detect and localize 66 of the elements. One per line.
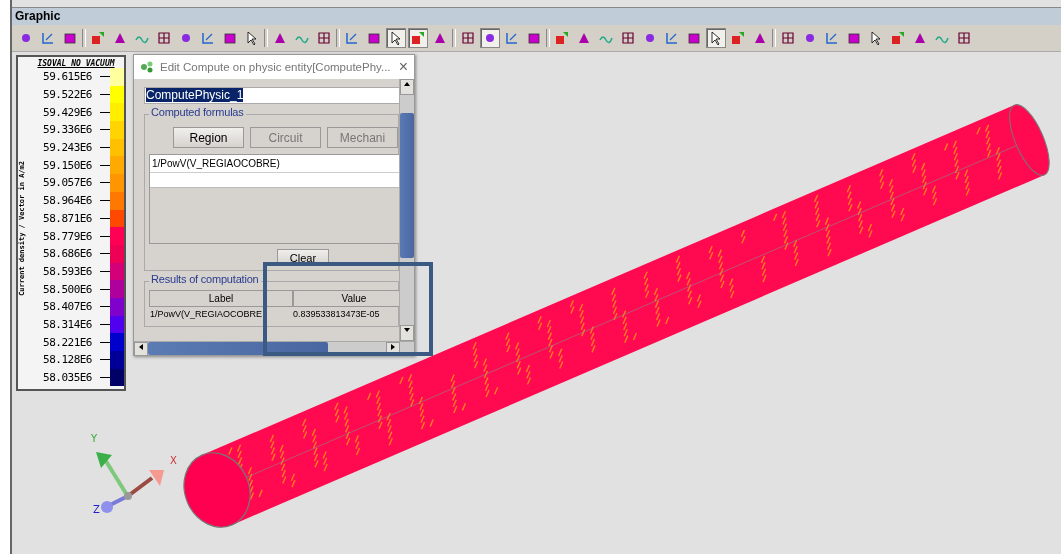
- left-arrow-icon: [137, 343, 145, 351]
- legend-value: 58.035E6: [42, 371, 92, 385]
- legend-value: 58.593E6: [42, 264, 92, 278]
- legend-value: 58.871E6: [42, 211, 92, 225]
- tool-icon: [846, 30, 862, 46]
- toolbar-button[interactable]: [706, 28, 726, 48]
- tool-icon: [890, 30, 906, 46]
- legend-value: 59.336E6: [42, 123, 92, 137]
- toolbar-button[interactable]: [386, 28, 406, 48]
- legend-value: 59.150E6: [42, 158, 92, 172]
- legend-value: 58.314E6: [42, 317, 92, 331]
- legend-value: 58.407E6: [42, 300, 92, 314]
- tool-icon: [460, 30, 476, 46]
- legend-value: 59.429E6: [42, 105, 92, 119]
- tool-icon: [344, 30, 360, 46]
- tool-icon: [554, 30, 570, 46]
- column-header[interactable]: Value: [293, 290, 399, 307]
- formula-item[interactable]: 1/PowV(V_REGIAOCOBRE): [150, 155, 399, 173]
- tool-icon: [200, 30, 216, 46]
- storage-name-field[interactable]: ComputePhysic_1: [144, 87, 399, 104]
- right-arrow-icon: [389, 343, 397, 351]
- axis-label: Y: [91, 433, 98, 444]
- category-button[interactable]: Region: [173, 127, 244, 148]
- legend-value: 58.221E6: [42, 335, 92, 349]
- tool-icon: [780, 30, 796, 46]
- table-cell-text: 1/PowV(V_REGIAOCOBRE: [149, 308, 264, 321]
- tool-icon: [824, 30, 840, 46]
- tool-icon: [664, 30, 680, 46]
- tool-icon: [366, 30, 382, 46]
- close-button[interactable]: ×: [398, 58, 408, 76]
- legend-value: 58.686E6: [42, 247, 92, 261]
- legend-value: 58.128E6: [42, 353, 92, 367]
- legend-value: 59.243E6: [42, 141, 92, 155]
- window-title: Graphic: [12, 7, 1061, 25]
- tool-icon: [40, 30, 56, 46]
- group-title: Computed formulas: [149, 106, 246, 118]
- tool-icon: [526, 30, 542, 46]
- group-title: Results of computation: [149, 273, 261, 285]
- tool-icon: [620, 30, 636, 46]
- tool-icon: [62, 30, 78, 46]
- dialog-title: Edit Compute on physic entity[ComputePhy...: [160, 61, 392, 73]
- vertical-scrollbar[interactable]: [399, 79, 414, 341]
- legend-title: ISOVAL_NO_VACUUM: [36, 59, 116, 68]
- table-cell-text: 0.839533813473E-05: [292, 308, 381, 321]
- horizontal-scrollbar[interactable]: [134, 341, 414, 355]
- tool-icon: [730, 30, 746, 46]
- legend-value: 59.522E6: [42, 88, 92, 102]
- legend-value: 58.964E6: [42, 194, 92, 208]
- tool-icon: [316, 30, 332, 46]
- app-icon: [140, 60, 154, 74]
- axis-label: Z: [93, 504, 100, 515]
- tool-icon: [90, 30, 106, 46]
- legend-value: 58.500E6: [42, 282, 92, 296]
- column-header[interactable]: Label: [149, 290, 293, 307]
- tool-icon: [156, 30, 172, 46]
- tool-icon: [410, 30, 426, 46]
- axis-label: X: [170, 455, 177, 466]
- legend-value: 58.779E6: [42, 229, 92, 243]
- legend-value: 59.615E6: [42, 70, 92, 84]
- tool-icon: [956, 30, 972, 46]
- tool-icon: [686, 30, 702, 46]
- tool-icon: [504, 30, 520, 46]
- legend-value: 59.057E6: [42, 176, 92, 190]
- up-arrow-icon: [403, 80, 411, 88]
- tool-icon: [222, 30, 238, 46]
- down-arrow-icon: [403, 326, 411, 334]
